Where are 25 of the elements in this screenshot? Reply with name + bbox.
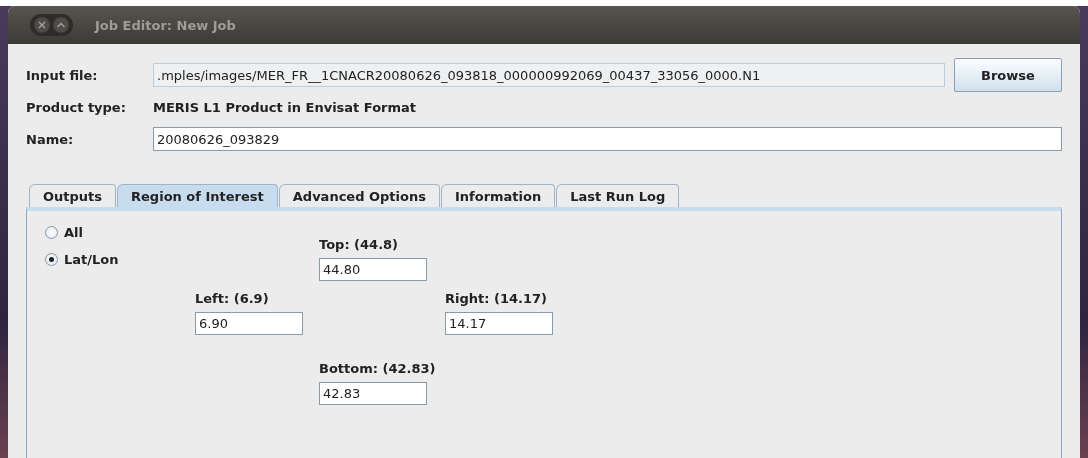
- maximize-icon[interactable]: [52, 16, 70, 34]
- field-label: Input file:: [26, 67, 99, 83]
- window-title: Job Editor: New Job: [95, 17, 236, 33]
- bound-label: Left: (6.9): [195, 291, 269, 306]
- name-field[interactable]: 20080626_093829: [153, 127, 1062, 151]
- tab[interactable]: Information: [440, 184, 556, 207]
- input-file-field[interactable]: .mples/images/MER_FR__1CNACR20080626_093818_000000992069_00437_33056_0000.N1: [153, 63, 945, 87]
- tab[interactable]: Outputs: [29, 184, 117, 207]
- radio-button[interactable]: All: [45, 225, 83, 240]
- browse-button[interactable]: Browse: [953, 58, 1062, 92]
- tab[interactable]: Last Run Log: [556, 184, 680, 207]
- bound-label: Bottom: (42.83): [319, 361, 436, 376]
- coordinate-field[interactable]: 42.83: [319, 382, 427, 405]
- coordinate-field[interactable]: 44.80: [319, 258, 427, 281]
- coordinate-field[interactable]: 6.90: [195, 312, 303, 335]
- field-label: Name:: [26, 131, 75, 147]
- bound-label: Right: (14.17): [445, 291, 547, 306]
- tab[interactable]: Region of Interest: [117, 184, 278, 207]
- coordinate-field[interactable]: 14.17: [445, 312, 553, 335]
- radio-button[interactable]: Lat/Lon: [45, 252, 119, 267]
- field-label: Product type:: [26, 99, 127, 115]
- close-icon[interactable]: [33, 16, 51, 34]
- tab[interactable]: Advanced Options: [278, 184, 440, 207]
- product-type-value: MERIS L1 Product in Envisat Format: [153, 99, 417, 115]
- bound-label: Top: (44.8): [319, 237, 399, 252]
